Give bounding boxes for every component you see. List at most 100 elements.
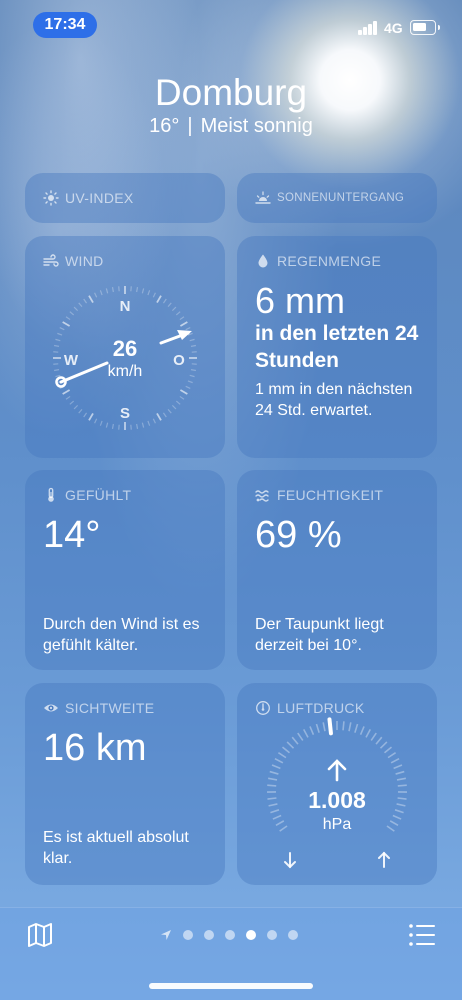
gauge-tick [390, 757, 400, 764]
page-dot[interactable] [288, 930, 298, 940]
rainfall-title: REGENMENGE [277, 253, 382, 269]
compass-tick [53, 369, 60, 372]
compass-tick [147, 420, 151, 426]
wind-card[interactable]: WIND N S W O 26 km/h [25, 236, 225, 458]
rainfall-value: 6 mm [255, 280, 345, 321]
home-indicator[interactable] [149, 983, 313, 989]
compass-tick [167, 302, 172, 308]
compass-tick [78, 408, 83, 414]
pressure-card[interactable]: LUFTDRUCK 1.008 hPa [237, 683, 437, 885]
compass-tick [175, 400, 181, 405]
gauge-tick [348, 722, 352, 732]
feels-like-header: GEFÜHLT [43, 486, 131, 504]
wind-unit: km/h [108, 363, 143, 380]
map-button[interactable] [26, 921, 54, 949]
pressure-gauge [266, 717, 408, 869]
compass-tick [152, 418, 156, 424]
compass-tick [73, 306, 79, 312]
compass-tick [187, 380, 193, 384]
signal-icon [358, 21, 378, 35]
gauge-tick [365, 729, 372, 738]
compass-west: W [64, 352, 79, 369]
feels-like-title: GEFÜHLT [65, 487, 132, 503]
pressure-value: 1.008 [308, 787, 366, 813]
network-label: 4G [384, 20, 403, 36]
compass-tick [190, 369, 197, 372]
compass-east: O [173, 352, 185, 369]
pressure-low-arrow [284, 852, 296, 869]
location-list-button[interactable] [408, 923, 436, 947]
sunset-header: SONNENUNTERGANG [255, 189, 404, 207]
compass-tick [62, 321, 71, 327]
sunset-title: SONNENUNTERGANG [277, 192, 405, 204]
compass-tick [179, 316, 185, 321]
wind-speed: 26 [113, 336, 137, 361]
page-dot[interactable] [246, 930, 256, 940]
compass-tick [88, 412, 94, 421]
compass-tick [88, 295, 94, 304]
compass-tick [147, 290, 151, 296]
compass-tick [69, 311, 75, 316]
compass-tick [111, 286, 114, 293]
eye-icon [43, 700, 59, 716]
raindrop-icon [255, 253, 271, 269]
compass-tick [189, 374, 195, 378]
uv-index-card[interactable]: UV-INDEX [25, 173, 225, 223]
pressure-trend-arrow [327, 759, 347, 782]
compass-tick [59, 327, 65, 331]
gauge-tick [315, 723, 320, 733]
feels-like-card[interactable]: GEFÜHLT 14° Durch den Wind ist es gefühl… [25, 470, 225, 670]
page-dot[interactable] [225, 930, 235, 940]
compass-tick [94, 418, 98, 424]
compass-tick [141, 288, 145, 294]
compass-tick [162, 412, 167, 418]
compass-tick [73, 404, 79, 410]
compass-tick [189, 338, 195, 342]
compass-tick [53, 344, 60, 347]
uv-index-header: UV-INDEX [43, 189, 134, 207]
visibility-card[interactable]: SICHTWEITE 16 km Es ist aktuell absolut … [25, 683, 225, 885]
compass-tick [136, 286, 139, 293]
gauge-tick [277, 752, 287, 759]
page-indicator[interactable] [160, 928, 298, 942]
gauge-tick [397, 784, 407, 787]
location-title: Domburg [154, 72, 308, 113]
compass-tick [185, 385, 191, 389]
battery-icon [410, 20, 440, 35]
compass-tick [111, 423, 114, 430]
uv-index-title: UV-INDEX [65, 190, 134, 206]
sunset-icon [255, 190, 271, 206]
weather-summary: 16° | Meist sonnig [0, 115, 462, 138]
compass-tick [55, 338, 61, 342]
wind-compass: N S W O 26 km/h [53, 286, 197, 430]
compass-tick [65, 316, 71, 321]
compass-tick [83, 412, 88, 418]
page-dot[interactable] [267, 930, 277, 940]
gauge-tick [396, 777, 406, 781]
gauge-tick [322, 722, 326, 732]
gauge-tick [268, 777, 278, 781]
sunset-card[interactable]: SONNENUNTERGANG [237, 173, 437, 223]
gauge-tick [387, 752, 397, 759]
gauge-tick [271, 764, 281, 770]
gauge-tick [370, 732, 377, 741]
gauge-tick [309, 726, 315, 736]
compass-tick [190, 344, 197, 347]
gauge-tick [383, 746, 393, 754]
page-dot[interactable] [183, 930, 193, 940]
compass-tick [99, 290, 103, 296]
compass-tick [179, 395, 185, 400]
gauge-tick [393, 764, 403, 770]
compass-tick [171, 306, 177, 312]
feels-like-description: Durch den Wind ist es gefühlt kälter. [43, 616, 200, 654]
pressure-unit: hPa [322, 816, 352, 833]
compass-tick [78, 302, 83, 308]
gauge-tick [267, 784, 277, 787]
humidity-card[interactable]: FEUCHTIGKEIT 69 % Der Taupunkt liegt der… [237, 470, 437, 670]
visibility-title: SICHTWEITE [65, 700, 155, 716]
thermometer-icon [43, 487, 59, 503]
page-dot[interactable] [204, 930, 214, 940]
gauge-tick [342, 721, 345, 731]
compass-tick [152, 292, 156, 298]
rainfall-card[interactable]: REGENMENGE 6 mm in den letzten 24 Stunde… [237, 236, 437, 458]
